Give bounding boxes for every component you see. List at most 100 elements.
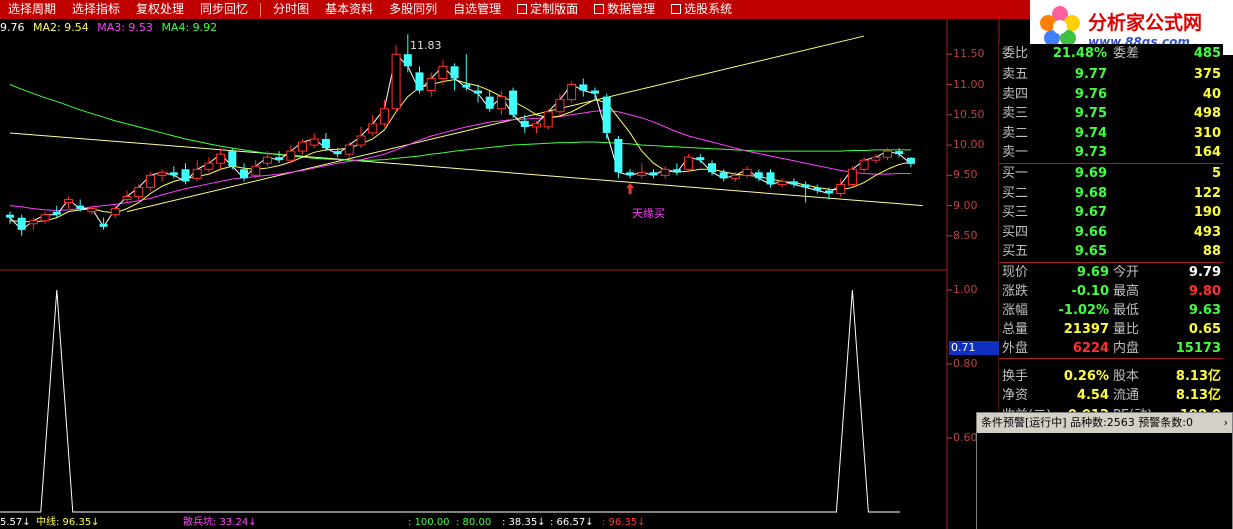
row-label: 卖一 (1002, 145, 1029, 160)
sell-level-row[interactable]: 卖二 9.74 310 (999, 124, 1223, 143)
filter-icon (671, 4, 682, 14)
buy-level-row[interactable]: 买四 9.66 493 (999, 223, 1223, 242)
sell-level-row[interactable]: 卖三 9.75 498 (999, 104, 1223, 123)
candle (450, 63, 459, 91)
candle (286, 145, 296, 164)
row-label: 卖五 (1002, 67, 1029, 82)
candle-body (836, 183, 846, 195)
indicator-plot (0, 289, 900, 513)
trend-line (126, 35, 865, 213)
candle (6, 211, 14, 224)
candle (99, 217, 108, 230)
indicator-value: : 80.00 (456, 517, 492, 528)
price-tick-label: 8.50 (953, 228, 978, 242)
candle-body (462, 84, 471, 88)
row-value: 9.74 (1074, 125, 1107, 141)
menu-sync-recall[interactable]: 同步回忆 (192, 0, 256, 19)
row-value: 9.66 (1074, 224, 1107, 240)
row-label-2: 最低 (1113, 303, 1140, 318)
candle-body (520, 120, 529, 127)
quote-row[interactable]: 现价 9.69 今开 9.79 (999, 263, 1223, 282)
menu-select-indicator[interactable]: 选择指标 (64, 0, 128, 19)
chevron-right-icon[interactable]: › (1224, 413, 1228, 433)
candle-body (450, 66, 459, 79)
candle-body (626, 172, 635, 176)
candle-body (825, 190, 833, 194)
row-label-2: 委差 (1113, 46, 1140, 61)
row-value: 9.75 (1074, 106, 1107, 121)
quote-row[interactable]: 涨跌 -0.10 最高 9.80 (999, 282, 1223, 301)
candle-body (426, 77, 436, 92)
menu-basic-info[interactable]: 基本资料 (317, 0, 381, 19)
candle-body (591, 90, 599, 94)
order-ratio-row[interactable]: 委比 21.48% 委差 485 (999, 44, 1223, 63)
candle-body (438, 65, 448, 79)
buy-level-row[interactable]: 买二 9.68 122 (999, 184, 1223, 203)
candle (251, 160, 261, 179)
row-value-2: 190 (1193, 205, 1221, 220)
candle (309, 132, 319, 149)
logo-title: 分析家公式网 (1088, 12, 1203, 34)
menu-watchlist[interactable]: 自选管理 (445, 0, 509, 19)
menu-multi-stock[interactable]: 多股同列 (381, 0, 445, 19)
row-label: 外盘 (1002, 341, 1029, 356)
row-value: 21.48% (1052, 46, 1107, 61)
menu-custom-layout-label: 定制版面 (530, 2, 579, 16)
candle-body (660, 168, 670, 176)
menu-stock-picker[interactable]: 选股系统 (663, 0, 740, 19)
candle-body (403, 54, 412, 67)
menu-time-sharing[interactable]: 分时图 (265, 0, 317, 19)
row-value-2: 164 (1193, 145, 1221, 160)
quote-row[interactable]: 净资 4.54 流通 8.13亿 (999, 386, 1223, 405)
quote-row[interactable]: 外盘 6224 内盘 15173 (999, 339, 1223, 358)
candle (40, 211, 50, 224)
menu-select-period[interactable]: 选择周期 (0, 0, 64, 19)
alert-window-title[interactable]: 条件预警[运行中] 品种数:2563 预警条数:0 › (977, 413, 1232, 433)
row-label-2: 流通 (1113, 388, 1140, 403)
candle-body (298, 141, 307, 152)
row-label: 涨幅 (1002, 303, 1029, 318)
candle-body (847, 168, 857, 185)
buy-level-row[interactable]: 买一 9.69 5 (999, 164, 1223, 183)
indicator-value: 散兵坑: 33.24↓ (183, 517, 257, 528)
row-label: 委比 (1002, 46, 1029, 61)
sell-level-row[interactable]: 卖一 9.73 164 (999, 143, 1223, 162)
candle-body (157, 171, 167, 176)
row-label: 换手 (1002, 368, 1029, 384)
alert-window[interactable]: 条件预警[运行中] 品种数:2563 预警条数:0 › (976, 412, 1233, 529)
menu-custom-layout[interactable]: 定制版面 (509, 0, 586, 19)
row-value-2: 375 (1193, 67, 1221, 82)
quote-row[interactable]: 涨幅 -1.02% 最低 9.63 (999, 301, 1223, 320)
candle (379, 99, 389, 127)
buy-level-row[interactable]: 买三 9.67 190 (999, 203, 1223, 222)
menu-data-management[interactable]: 数据管理 (586, 0, 663, 19)
row-label-2: 股本 (1113, 368, 1140, 384)
menu-adjust-rights[interactable]: 复权处理 (128, 0, 192, 19)
candle-body (543, 111, 553, 128)
candle-body (122, 196, 132, 201)
candle (672, 163, 681, 176)
price-tick-label: 10.00 (953, 138, 985, 152)
row-value-2: 0.65 (1188, 322, 1221, 337)
row-label-2: 最高 (1113, 284, 1140, 299)
moving-averages (9, 53, 912, 231)
quote-row[interactable]: 换手 0.26% 股本 8.13亿 (999, 367, 1223, 386)
candle (532, 120, 541, 133)
candle-body (99, 223, 108, 227)
candle-body (579, 84, 588, 91)
candle (485, 90, 494, 112)
alert-title-text: 条件预警[运行中] 品种数:2563 预警条数:0 (981, 416, 1193, 429)
buy-level-row[interactable]: 买五 9.65 88 (999, 242, 1223, 261)
row-value: 6224 (1072, 341, 1109, 356)
sell-level-row[interactable]: 卖五 9.77 375 (999, 65, 1223, 84)
indicator-value: : 38.35↓ (502, 517, 546, 528)
row-label: 卖二 (1002, 125, 1029, 141)
row-value: 9.77 (1074, 67, 1107, 82)
candlesticks (6, 34, 915, 236)
gear-icon (594, 4, 605, 14)
candle (275, 151, 284, 164)
quote-row[interactable]: 总量 21397 量比 0.65 (999, 320, 1223, 339)
sell-level-row[interactable]: 卖四 9.76 40 (999, 85, 1223, 104)
candle-body (614, 139, 623, 173)
row-value: -1.02% (1058, 303, 1110, 318)
